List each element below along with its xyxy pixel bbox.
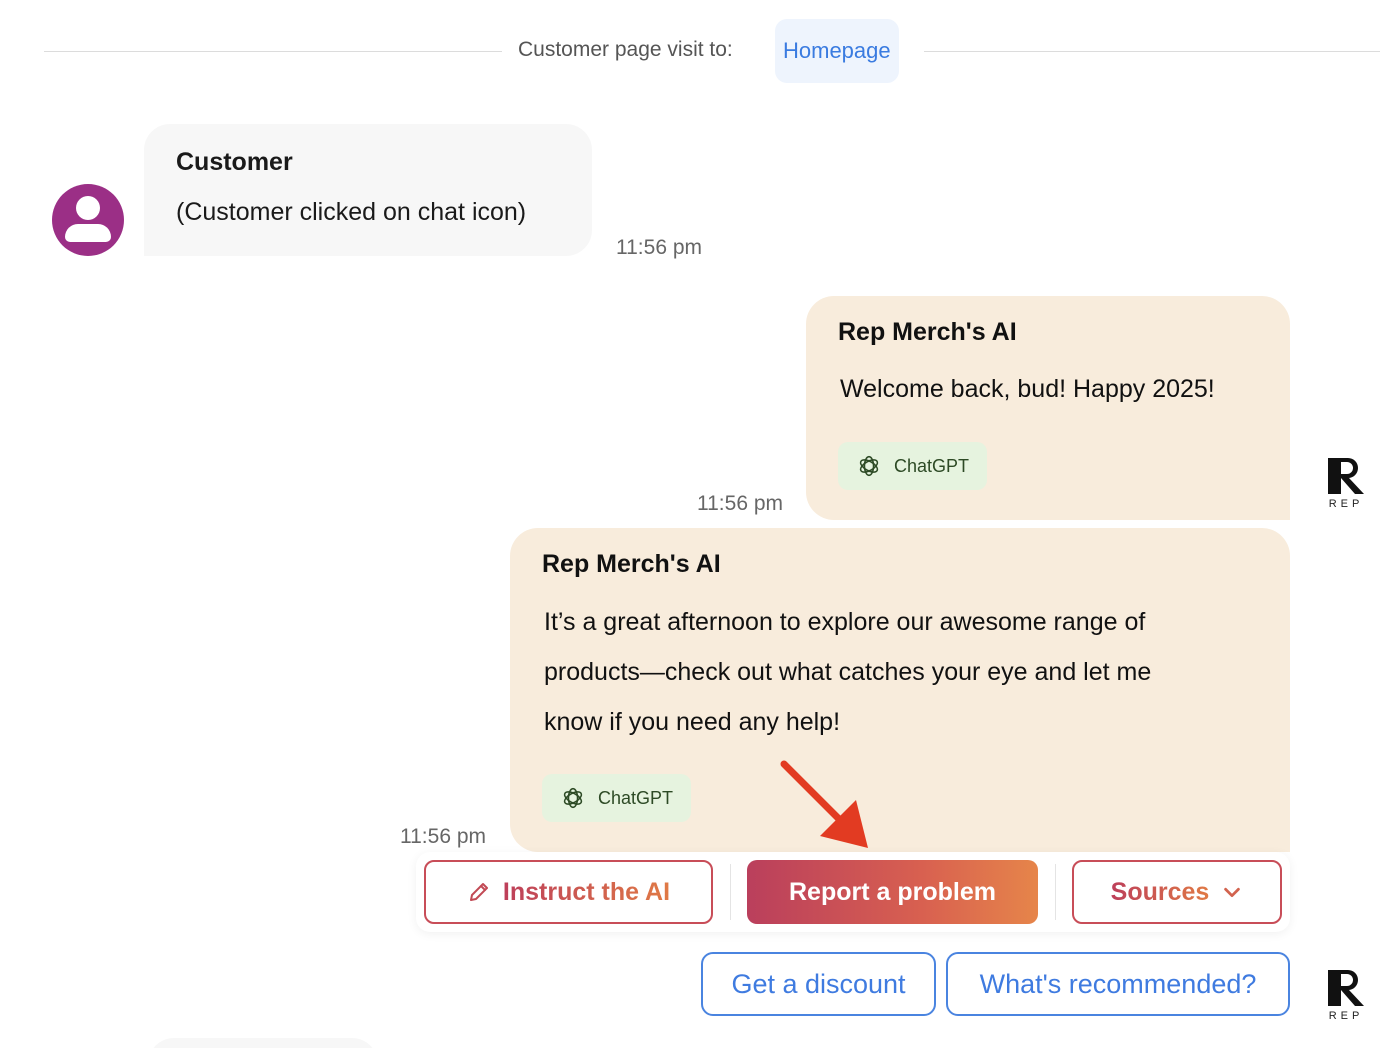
message-timestamp: 11:56 pm bbox=[400, 825, 486, 848]
page-visit-label: Customer page visit to: bbox=[518, 38, 733, 61]
chatgpt-badge: ChatGPT bbox=[542, 774, 692, 822]
action-separator bbox=[1055, 864, 1056, 920]
whats-recommended-button[interactable]: What's recommended? bbox=[946, 952, 1290, 1016]
report-problem-button[interactable]: Report a problem bbox=[747, 860, 1038, 924]
action-separator bbox=[730, 864, 731, 920]
message-sender: Customer bbox=[176, 148, 293, 176]
message-line: products—check out what catches your eye… bbox=[544, 658, 1152, 686]
homepage-link[interactable]: Homepage bbox=[775, 19, 899, 83]
chatgpt-logo-icon bbox=[859, 455, 879, 477]
message-sender: Rep Merch's AI bbox=[838, 318, 1017, 346]
divider-line-left bbox=[44, 51, 502, 52]
customer-message-bubble: Customer (Customer clicked on chat icon) bbox=[144, 124, 592, 256]
message-action-bar: Instruct the AI Report a problem Sources bbox=[416, 852, 1290, 932]
chip-label: ChatGPT bbox=[894, 455, 970, 476]
ai-message-bubble: Rep Merch's AI It’s a great afternoon to… bbox=[510, 528, 1290, 852]
chatgpt-badge: ChatGPT bbox=[838, 442, 988, 490]
user-avatar-icon bbox=[52, 184, 124, 256]
page-visit-divider: Customer page visit to: Homepage bbox=[44, 18, 1380, 84]
message-line: It’s a great afternoon to explore our aw… bbox=[544, 608, 1146, 636]
rep-logo: REP bbox=[1326, 970, 1366, 1026]
rep-logo-text: REP bbox=[1328, 1010, 1364, 1022]
message-sender: Rep Merch's AI bbox=[542, 550, 721, 578]
rep-logo-icon bbox=[1328, 970, 1364, 1006]
message-text: It’s a great afternoon to explore our aw… bbox=[544, 597, 1151, 747]
sources-dropdown-button[interactable]: Sources bbox=[1072, 860, 1282, 924]
chip-label: ChatGPT bbox=[598, 787, 674, 808]
instruct-ai-label: Instruct the AI bbox=[502, 877, 671, 906]
chevron-down-icon bbox=[1224, 887, 1241, 898]
message-line: know if you need any help! bbox=[544, 708, 841, 736]
avatar-body bbox=[65, 224, 111, 242]
avatar-head bbox=[76, 196, 100, 220]
ai-message-bubble: Rep Merch's AI Welcome back, bud! Happy … bbox=[806, 296, 1290, 520]
divider-line-right bbox=[924, 51, 1380, 52]
rep-logo-text: REP bbox=[1328, 498, 1364, 510]
rep-logo: REP bbox=[1326, 458, 1366, 514]
get-discount-button[interactable]: Get a discount bbox=[701, 952, 936, 1016]
sources-label: Sources bbox=[1110, 877, 1210, 906]
message-timestamp: 11:56 pm bbox=[697, 492, 783, 515]
pencil-icon bbox=[469, 883, 488, 901]
next-message-bubble bbox=[148, 1038, 378, 1048]
rep-logo-icon bbox=[1328, 458, 1364, 494]
red-arrow bbox=[780, 760, 868, 848]
instruct-ai-button[interactable]: Instruct the AI bbox=[424, 860, 713, 924]
message-timestamp: 11:56 pm bbox=[616, 236, 702, 259]
message-text: (Customer clicked on chat icon) bbox=[176, 198, 527, 226]
message-text: Welcome back, bud! Happy 2025! bbox=[840, 375, 1215, 403]
chatgpt-logo-icon bbox=[563, 787, 583, 809]
